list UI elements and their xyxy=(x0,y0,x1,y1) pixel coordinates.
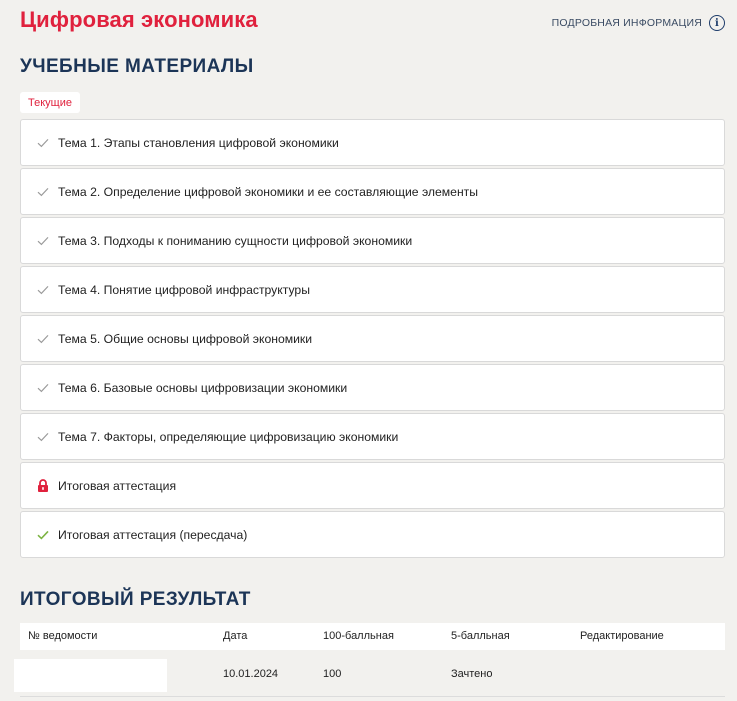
column-header-number: № ведомости xyxy=(28,630,98,642)
list-item-label: Тема 5. Общие основы цифровой экономики xyxy=(58,331,313,346)
list-item-label: Итоговая аттестация xyxy=(58,478,177,493)
column-header-score5: 5-балльная xyxy=(451,630,510,642)
check-icon xyxy=(36,430,50,444)
cell-date: 10.01.2024 xyxy=(223,668,279,680)
check-icon xyxy=(36,234,50,248)
list-item[interactable]: Тема 7. Факторы, определяющие цифровизац… xyxy=(20,413,725,460)
list-item[interactable]: Тема 1. Этапы становления цифровой эконо… xyxy=(20,119,725,166)
check-icon xyxy=(36,136,50,150)
materials-heading: УЧЕБНЫЕ МАТЕРИАЛЫ xyxy=(20,56,254,77)
column-header-score100: 100-балльная xyxy=(323,630,394,642)
list-item[interactable]: Тема 3. Подходы к пониманию сущности циф… xyxy=(20,217,725,264)
more-info-label: ПОДРОБНАЯ ИНФОРМАЦИЯ xyxy=(551,17,702,29)
check-icon xyxy=(36,528,50,542)
check-icon xyxy=(36,332,50,346)
list-item[interactable]: Тема 6. Базовые основы цифровизации экон… xyxy=(20,364,725,411)
results-heading: ИТОГОВЫЙ РЕЗУЛЬТАТ xyxy=(20,589,251,610)
list-item[interactable]: Итоговая аттестация xyxy=(20,462,725,509)
lock-icon xyxy=(36,479,50,493)
cell-score100: 100 xyxy=(323,668,342,680)
redacted-block xyxy=(14,659,167,692)
list-item-label: Итоговая аттестация (пересдача) xyxy=(58,527,248,542)
column-header-edit: Редактирование xyxy=(580,630,664,642)
list-item-label: Тема 4. Понятие цифровой инфраструктуры xyxy=(58,282,310,297)
list-item-label: Тема 1. Этапы становления цифровой эконо… xyxy=(58,135,339,150)
list-item[interactable]: Тема 4. Понятие цифровой инфраструктуры xyxy=(20,266,725,313)
list-item-label: Тема 6. Базовые основы цифровизации экон… xyxy=(58,380,348,395)
cell-score5: Зачтено xyxy=(451,668,493,680)
list-item[interactable]: Тема 2. Определение цифровой экономики и… xyxy=(20,168,725,215)
more-info-link[interactable]: ПОДРОБНАЯ ИНФОРМАЦИЯ i xyxy=(552,15,725,31)
column-header-date: Дата xyxy=(223,630,248,642)
list-item-label: Тема 2. Определение цифровой экономики и… xyxy=(58,184,479,199)
materials-list: Тема 1. Этапы становления цифровой эконо… xyxy=(20,119,725,560)
check-icon xyxy=(36,381,50,395)
info-icon[interactable]: i xyxy=(709,15,725,31)
results-table-header: № ведомости Дата 100-балльная 5-балльная… xyxy=(20,623,725,650)
list-item[interactable]: Тема 5. Общие основы цифровой экономики xyxy=(20,315,725,362)
list-item-label: Тема 7. Факторы, определяющие цифровизац… xyxy=(58,429,399,444)
course-title: Цифровая экономика xyxy=(20,7,258,32)
check-icon xyxy=(36,185,50,199)
tab-current[interactable]: Текущие xyxy=(20,92,80,113)
check-icon xyxy=(36,283,50,297)
list-item-label: Тема 3. Подходы к пониманию сущности циф… xyxy=(58,233,413,248)
list-item[interactable]: Итоговая аттестация (пересдача) xyxy=(20,511,725,558)
